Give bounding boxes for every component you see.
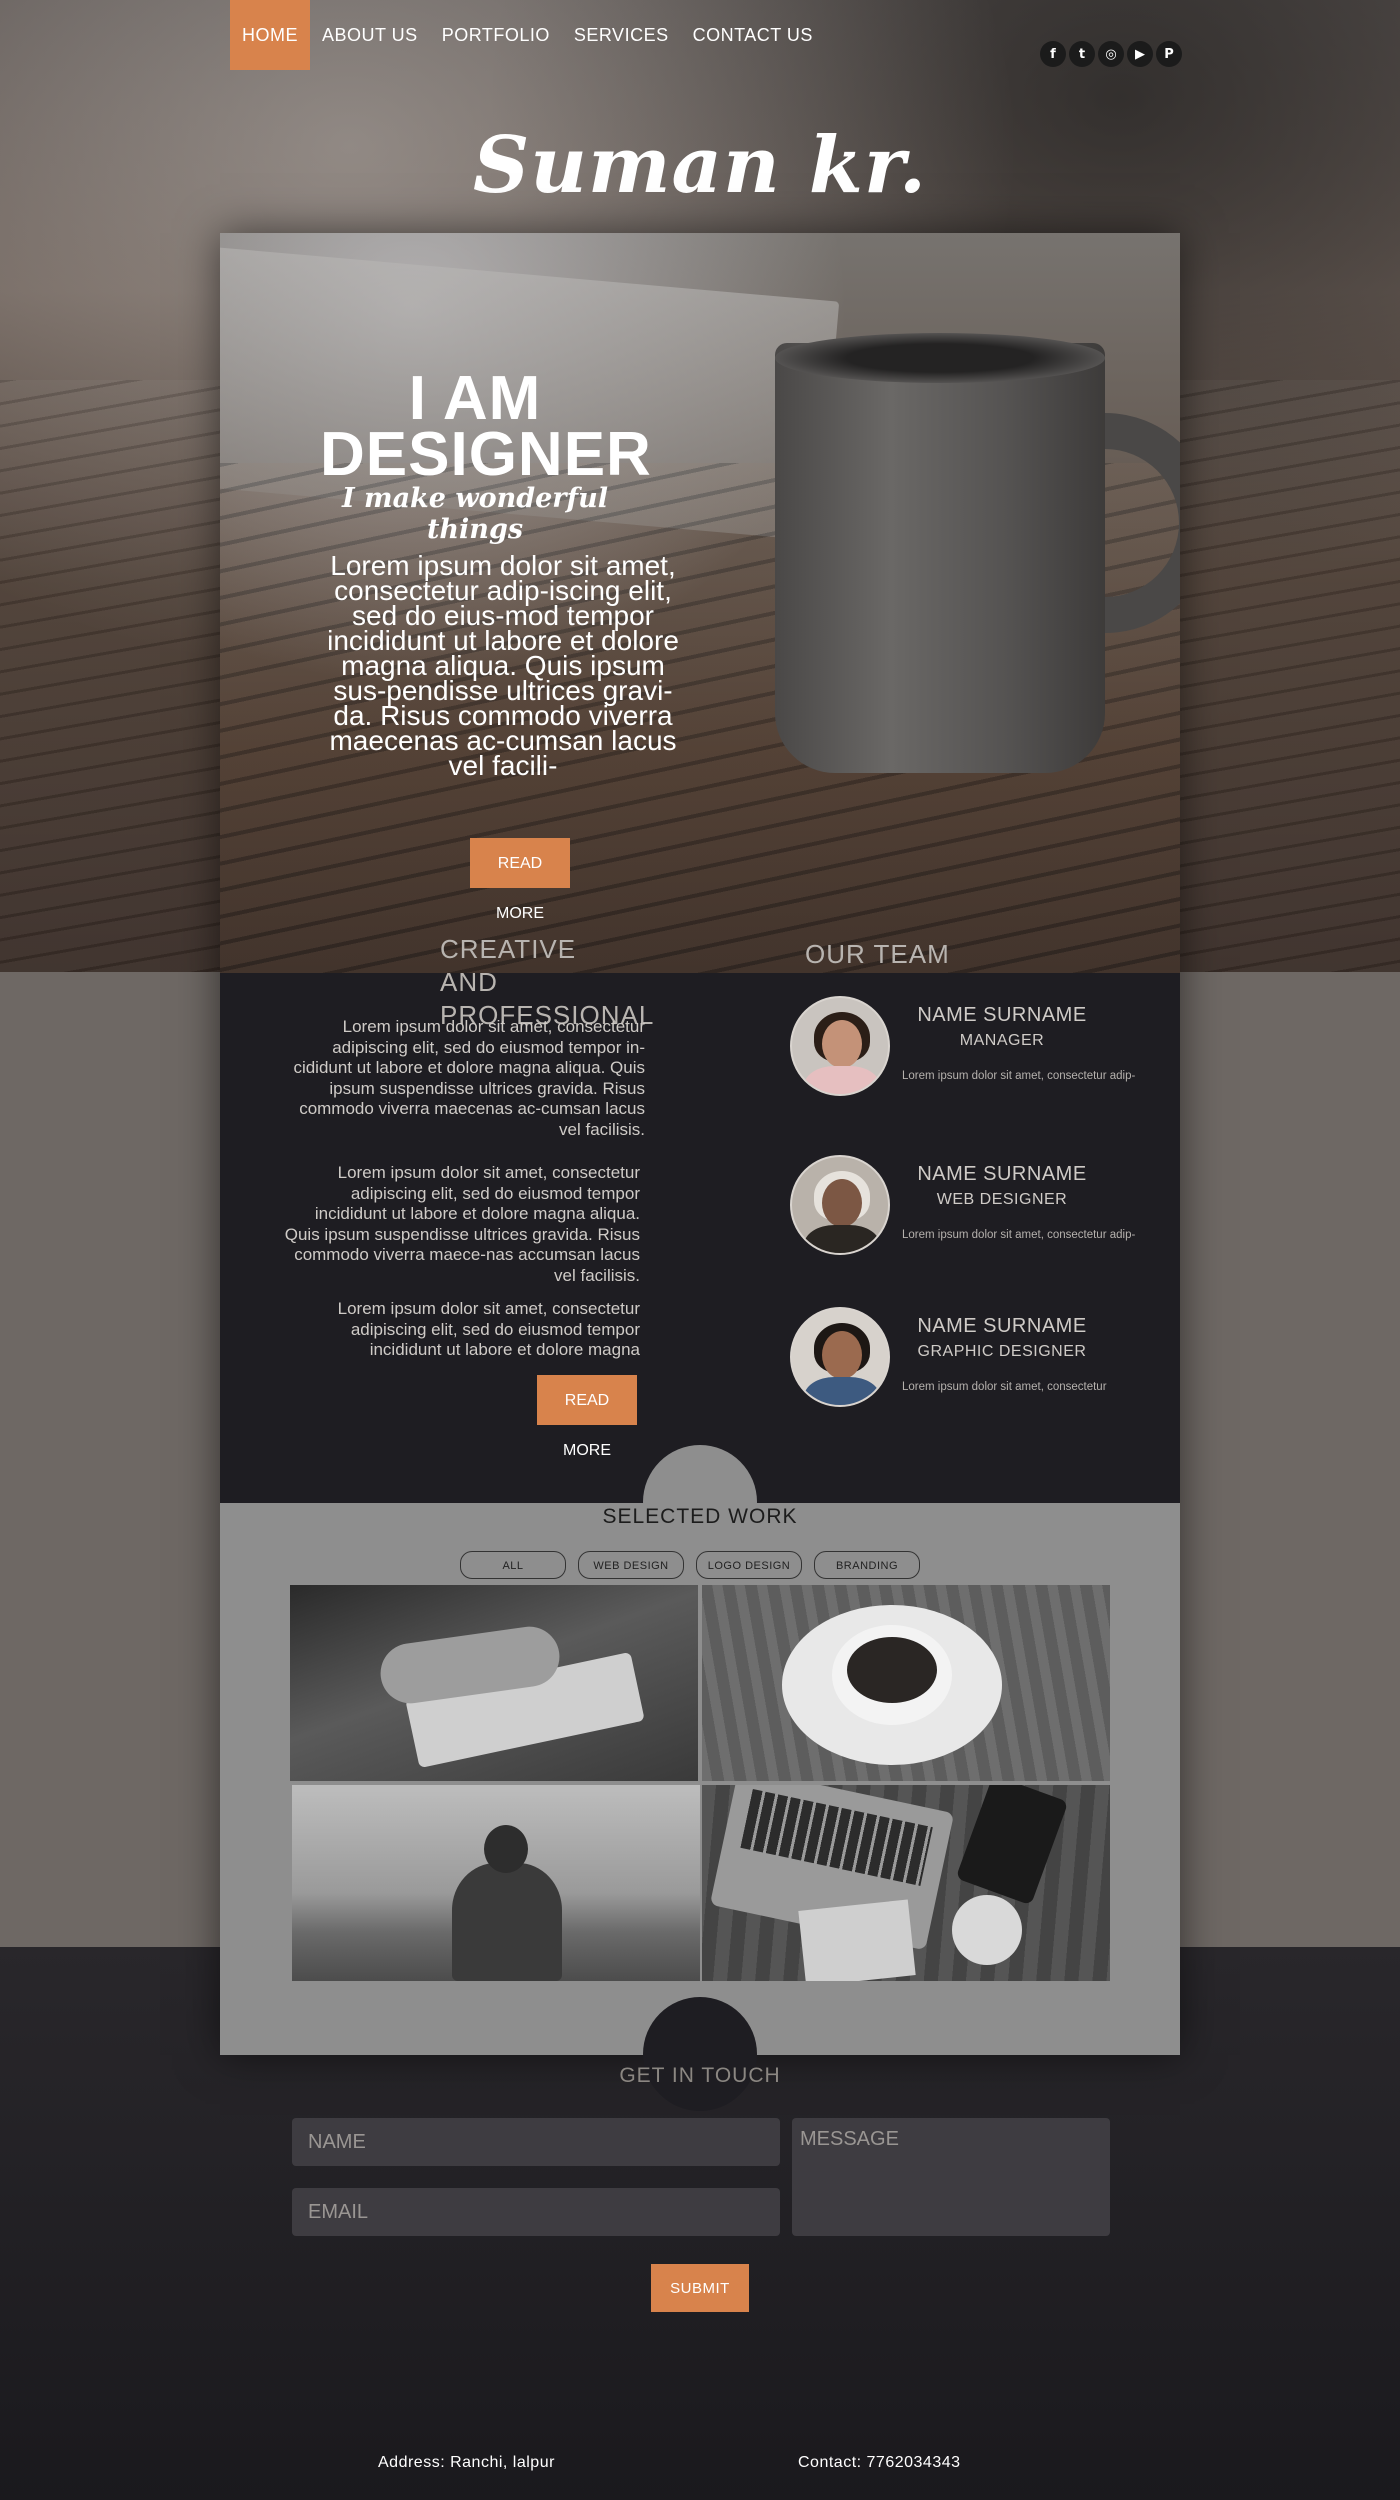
hero-title-line2: DESIGNER: [320, 420, 652, 489]
main-card: I AM DESIGNER I make wonderful things Lo…: [220, 233, 1180, 2111]
member-name: NAME SURNAME: [917, 1004, 1087, 1026]
laptop-keys: [740, 1789, 933, 1886]
team-member-graphic-designer: NAME SURNAME GRAPHIC DESIGNER Lorem ipsu…: [790, 1307, 1170, 1417]
footer-contact: Contact: 7762034343: [798, 2454, 961, 2471]
portfolio-gallery: [290, 1585, 1110, 1985]
notebook-shape: [798, 1899, 916, 1981]
person-shape: [452, 1825, 562, 1981]
member-description: Lorem ipsum dolor sit amet, consectetur …: [902, 1229, 1136, 1241]
member-description: Lorem ipsum dolor sit amet, consectetur …: [902, 1070, 1136, 1082]
gallery-item-keyboard[interactable]: [290, 1585, 698, 1781]
avatar-torso: [804, 1225, 880, 1253]
member-role: GRAPHIC DESIGNER: [917, 1343, 1087, 1360]
team-member-manager: NAME SURNAME MANAGER Lorem ipsum dolor s…: [790, 996, 1170, 1106]
filter-logo-design[interactable]: LOGO DESIGN: [696, 1551, 802, 1579]
main-nav: HOME ABOUT US PORTFOLIO SERVICES CONTACT…: [230, 0, 825, 70]
person-head: [484, 1825, 528, 1873]
nav-about-us[interactable]: ABOUT US: [310, 0, 430, 70]
nav-home[interactable]: HOME: [230, 0, 310, 70]
gallery-item-person[interactable]: [292, 1785, 700, 1981]
name-field[interactable]: [292, 2118, 780, 2166]
mug-body: [775, 343, 1105, 773]
nav-services[interactable]: SERVICES: [562, 0, 681, 70]
gallery-item-laptop[interactable]: [702, 1785, 1110, 1981]
site-logo[interactable]: Suman kr.: [0, 120, 1400, 211]
person-back: [452, 1863, 562, 1981]
hero-read-more-button[interactable]: READ MORE: [470, 838, 570, 922]
hero-title-line1: I AM: [408, 364, 542, 433]
section-notch-bottom: [643, 1997, 757, 2111]
hero-subtitle: I make wonderful things: [341, 483, 609, 545]
avatar-torso: [804, 1066, 880, 1094]
twitter-icon[interactable]: t: [1069, 41, 1095, 67]
filter-web-design[interactable]: WEB DESIGN: [578, 1551, 684, 1579]
member-role: WEB DESIGNER: [936, 1191, 1068, 1208]
avatar-face: [822, 1179, 862, 1227]
hero-mug-image: [775, 333, 1180, 773]
nav-portfolio[interactable]: PORTFOLIO: [430, 0, 562, 70]
creative-paragraph-2: Lorem ipsum dolor sit amet, consectetur …: [284, 1163, 640, 1285]
member-description: Lorem ipsum dolor sit amet, consectetur: [902, 1381, 1107, 1393]
submit-button[interactable]: SUBMIT: [651, 2264, 749, 2312]
filter-branding[interactable]: BRANDING: [814, 1551, 920, 1579]
hero-title: I AM DESIGNER: [320, 364, 652, 489]
facebook-icon[interactable]: f: [1040, 41, 1066, 67]
portfolio-filters: ALL WEB DESIGN LOGO DESIGN BRANDING: [460, 1551, 920, 1579]
member-name: NAME SURNAME: [917, 1315, 1087, 1337]
team-member-web-designer: NAME SURNAME WEB DESIGNER Lorem ipsum do…: [790, 1155, 1170, 1265]
avatar: [790, 1307, 890, 1407]
creative-paragraph-1: Lorem ipsum dolor sit amet, consectetur …: [293, 1017, 645, 1139]
instagram-icon[interactable]: ◎: [1098, 41, 1124, 67]
email-field[interactable]: [292, 2188, 780, 2236]
avatar-torso: [804, 1377, 880, 1405]
get-in-touch-title: GET IN TOUCH: [619, 2064, 781, 2087]
pinterest-icon[interactable]: P: [1156, 41, 1182, 67]
social-links: f t ◎ ▶ P: [1040, 41, 1182, 67]
selected-work-title: SELECTED WORK: [602, 1505, 798, 1528]
hero-section: I AM DESIGNER I make wonderful things Lo…: [220, 233, 1180, 973]
youtube-icon[interactable]: ▶: [1127, 41, 1153, 67]
avatar: [790, 1155, 890, 1255]
team-title: OUR TEAM: [805, 939, 950, 969]
coffee-shape: [847, 1637, 937, 1703]
mug-rim: [775, 333, 1105, 383]
mug-shape: [952, 1895, 1022, 1965]
avatar-face: [822, 1331, 862, 1379]
avatar-face: [822, 1020, 862, 1068]
avatar: [790, 996, 890, 1096]
phone-shape: [955, 1785, 1069, 1906]
message-field[interactable]: [792, 2118, 1110, 2236]
member-role: MANAGER: [959, 1032, 1045, 1049]
gallery-item-coffee[interactable]: [702, 1585, 1110, 1781]
filter-all[interactable]: ALL: [460, 1551, 566, 1579]
footer-address: Address: Ranchi, lalpur: [378, 2454, 555, 2471]
hero-description: Lorem ipsum dolor sit amet, consectetur …: [327, 550, 679, 781]
member-name: NAME SURNAME: [917, 1163, 1087, 1185]
about-read-more-button[interactable]: READ MORE: [537, 1375, 637, 1459]
nav-contact-us[interactable]: CONTACT US: [681, 0, 825, 70]
creative-paragraph-3: Lorem ipsum dolor sit amet, consectetur …: [337, 1299, 640, 1359]
